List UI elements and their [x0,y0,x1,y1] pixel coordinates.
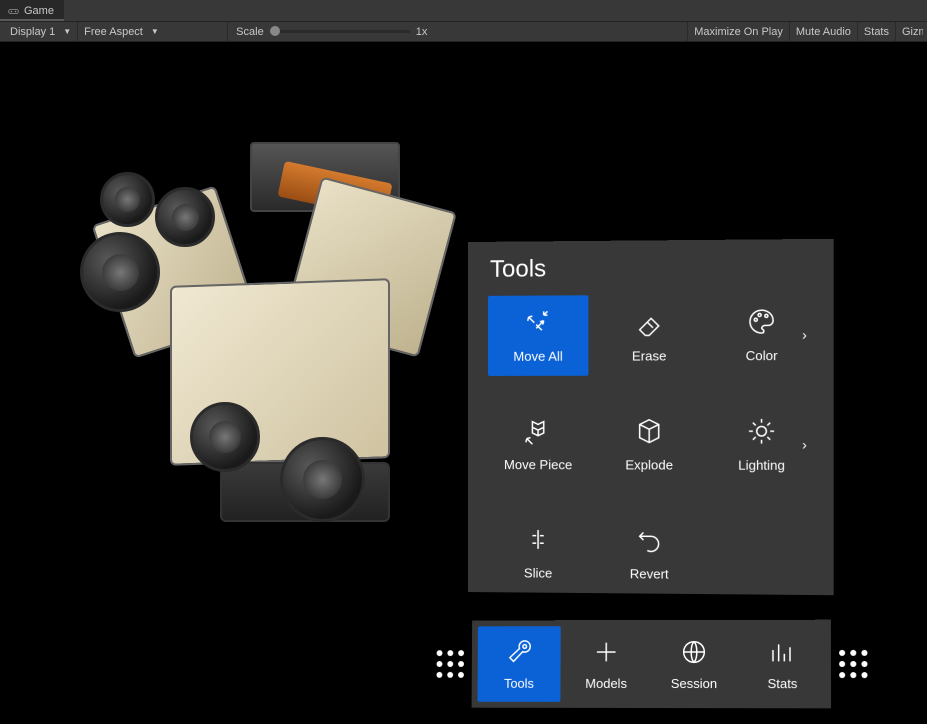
tools-panel-title: Tools [468,239,834,292]
slice-icon [523,524,553,557]
gizmos-dropdown[interactable]: Gizmos [895,22,923,41]
tool-label: Color [746,348,778,363]
grab-icon [523,308,553,341]
mute-audio-toggle[interactable]: Mute Audio [789,22,857,41]
scale-slider[interactable] [270,30,410,33]
engine-pulley [155,187,215,247]
tool-label: Explode [625,457,673,472]
tool-label: Revert [630,566,669,581]
tool-label: Slice [524,565,552,580]
drag-handle-left-icon[interactable] [432,646,468,682]
tool-label: Erase [632,348,667,363]
dock-item-session[interactable]: Session [652,626,736,702]
tool-label: Lighting [738,458,785,473]
display-dropdown[interactable]: Display 1 ▼ [4,22,78,41]
tool-explode[interactable]: Explode [599,404,701,485]
tool-move-piece[interactable]: Move Piece [488,404,588,484]
tool-label: Move All [513,349,562,364]
aspect-dropdown[interactable]: Free Aspect ▼ [78,22,228,41]
main-dock: Tools Models Session Stats [472,620,831,709]
engine-pulley [280,437,365,522]
game-toolbar: Display 1 ▼ Free Aspect ▼ Scale 1x Maxim… [0,22,927,42]
dock-item-label: Session [671,676,717,691]
game-viewport[interactable]: Tools Move All Erase Color › Move Piece Explo… [0,42,927,724]
chevron-down-icon: ▼ [151,27,159,36]
globe-icon [679,637,709,670]
tool-label: Move Piece [504,457,572,472]
chevron-down-icon: ▼ [63,27,71,36]
sun-icon [746,416,777,450]
slider-thumb[interactable] [270,26,280,36]
cube-icon [634,416,664,449]
scale-label: Scale [236,26,264,38]
eraser-icon [634,307,664,340]
palette-icon [746,306,777,340]
tool-lighting[interactable]: Lighting › [710,404,813,485]
chevron-right-icon: › [802,326,807,342]
engine-pulley [190,402,260,472]
tab-label: Game [24,5,54,17]
dock-item-label: Tools [504,676,534,691]
wrench-icon [504,637,534,670]
tool-slice[interactable]: Slice [488,512,588,593]
engine-pulley [100,172,155,227]
piece-icon [523,416,553,449]
dock-item-label: Models [585,676,627,691]
dock-wrapper: Tools Models Session Stats [432,620,871,709]
editor-tab-bar: Game [0,0,927,22]
tool-move-all[interactable]: Move All [488,295,588,376]
stats-toggle[interactable]: Stats [857,22,895,41]
dock-item-models[interactable]: Models [564,626,648,702]
gamepad-icon [8,6,19,17]
tool-erase[interactable]: Erase [599,295,701,376]
chevron-right-icon: › [802,436,807,452]
tools-grid: Move All Erase Color › Move Piece Explode Ligh… [468,290,834,600]
drag-handle-right-icon[interactable] [835,646,872,682]
tab-game[interactable]: Game [0,0,64,21]
maximize-on-play-toggle[interactable]: Maximize On Play [687,22,789,41]
tools-panel: Tools Move All Erase Color › Move Piece Explo… [468,239,834,595]
engine-pulley [80,232,160,312]
tool-color[interactable]: Color › [710,294,813,376]
tool-revert[interactable]: Revert [599,513,701,594]
dock-item-label: Stats [768,676,798,691]
scale-value: 1x [416,26,428,38]
dock-item-tools[interactable]: Tools [477,626,560,702]
scale-control: Scale 1x [228,26,435,38]
bars-icon [767,637,797,670]
plus-icon [591,637,621,670]
dock-item-stats[interactable]: Stats [740,626,825,703]
undo-icon [634,525,664,558]
engine-model[interactable] [70,142,470,562]
